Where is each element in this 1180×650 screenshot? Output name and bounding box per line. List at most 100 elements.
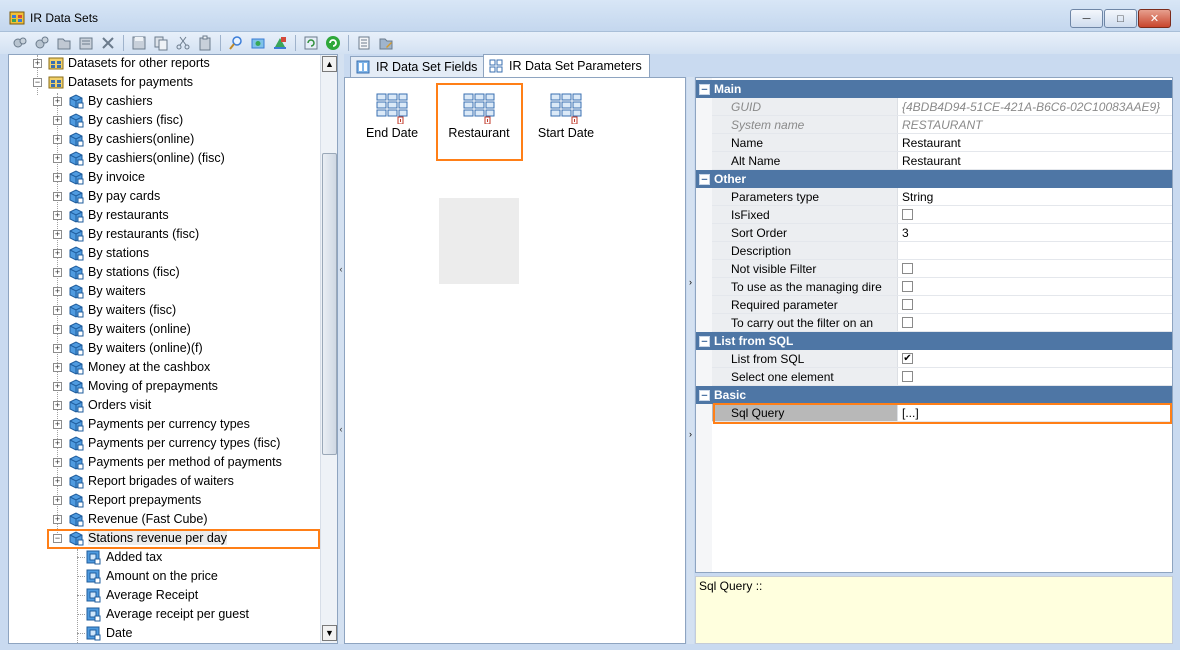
tree-item[interactable]: Date xyxy=(9,624,320,643)
expand-icon[interactable]: + xyxy=(53,496,62,505)
tree-item[interactable]: + By cashiers xyxy=(9,92,320,111)
property-value[interactable]: Restaurant xyxy=(902,136,961,150)
property-row[interactable]: Name Restaurant xyxy=(712,134,1172,152)
tree-item[interactable]: + By pay cards xyxy=(9,187,320,206)
tree-item[interactable]: + By cashiers (fisc) xyxy=(9,111,320,130)
expand-icon[interactable]: + xyxy=(53,439,62,448)
tree-item[interactable]: Average receipt per guest xyxy=(9,605,320,624)
property-value[interactable]: Restaurant xyxy=(902,154,961,168)
properties-icon[interactable] xyxy=(75,33,97,53)
search-icon[interactable] xyxy=(225,33,247,53)
expand-icon[interactable]: + xyxy=(53,458,62,467)
tree-item[interactable]: + By invoice xyxy=(9,168,320,187)
expand-icon[interactable]: + xyxy=(53,344,62,353)
refresh-icon[interactable] xyxy=(300,33,322,53)
tree-item[interactable]: + By waiters xyxy=(9,282,320,301)
expand-icon[interactable]: + xyxy=(53,306,62,315)
tree-item[interactable]: + Money at the cashbox xyxy=(9,358,320,377)
chevron-right-icon[interactable]: › xyxy=(687,277,694,287)
chevron-right-icon[interactable]: › xyxy=(687,429,694,439)
property-value[interactable]: String xyxy=(902,190,933,204)
expand-icon[interactable]: + xyxy=(53,249,62,258)
property-row[interactable]: System name RESTAURANT xyxy=(712,116,1172,134)
checkbox[interactable] xyxy=(902,317,913,328)
tree-item[interactable]: + By waiters (online)(f) xyxy=(9,339,320,358)
tree-item[interactable]: + Report brigades of waiters xyxy=(9,472,320,491)
property-value[interactable]: 3 xyxy=(902,226,909,240)
tree-item[interactable]: + By waiters (online) xyxy=(9,320,320,339)
collapse-icon[interactable]: − xyxy=(699,83,710,95)
wizard-icon[interactable] xyxy=(247,33,269,53)
minimize-button[interactable]: ─ xyxy=(1070,9,1103,28)
expand-icon[interactable]: + xyxy=(53,382,62,391)
expand-icon[interactable]: + xyxy=(53,325,62,334)
collapse-icon[interactable]: − xyxy=(699,173,710,185)
property-category[interactable]: − Main xyxy=(696,80,1172,98)
expand-icon[interactable]: + xyxy=(53,173,62,182)
color-icon[interactable] xyxy=(269,33,291,53)
expand-icon[interactable]: + xyxy=(53,515,62,524)
tree-item[interactable]: + By restaurants xyxy=(9,206,320,225)
delete-icon[interactable] xyxy=(97,33,119,53)
tree-item[interactable]: + Report prepayments xyxy=(9,491,320,510)
cut-icon[interactable] xyxy=(172,33,194,53)
report-icon[interactable] xyxy=(353,33,375,53)
tree-item[interactable]: + By waiters (fisc) xyxy=(9,301,320,320)
collapse-icon[interactable]: − xyxy=(699,389,710,401)
dataset-tree[interactable]: + Datasets for other reports − Datasets for… xyxy=(8,54,338,644)
checkbox[interactable] xyxy=(902,281,913,292)
property-row[interactable]: IsFixed xyxy=(712,206,1172,224)
tree-item[interactable]: Average Receipt xyxy=(9,586,320,605)
collapse-icon[interactable]: − xyxy=(33,78,42,87)
tree-item[interactable]: Amount on the price xyxy=(9,567,320,586)
property-row[interactable]: Alt Name Restaurant xyxy=(712,152,1172,170)
expand-icon[interactable]: + xyxy=(53,116,62,125)
tree-scrollbar[interactable]: ▲ ▼ xyxy=(320,55,337,643)
expand-icon[interactable]: + xyxy=(53,211,62,220)
edit-icon[interactable] xyxy=(375,33,397,53)
close-button[interactable]: ✕ xyxy=(1138,9,1171,28)
tree-item[interactable]: + By stations (fisc) xyxy=(9,263,320,282)
expand-icon[interactable]: + xyxy=(53,97,62,106)
expand-icon[interactable]: + xyxy=(53,420,62,429)
tree-item[interactable]: + By stations xyxy=(9,244,320,263)
property-row[interactable]: Required parameter xyxy=(712,296,1172,314)
property-row[interactable]: Parameters type String xyxy=(712,188,1172,206)
save-icon[interactable] xyxy=(128,33,150,53)
tree-item[interactable]: + By restaurants (fisc) xyxy=(9,225,320,244)
property-row[interactable]: To carry out the filter on an xyxy=(712,314,1172,332)
property-row[interactable]: Description xyxy=(712,242,1172,260)
parameter-end-date[interactable]: End Date xyxy=(352,84,432,140)
checkbox[interactable] xyxy=(902,299,913,310)
expand-icon[interactable]: + xyxy=(33,59,42,68)
add-group-icon[interactable] xyxy=(31,33,53,53)
tab-data-set-fields[interactable]: IR Data Set Fields xyxy=(350,56,484,77)
property-category[interactable]: − List from SQL xyxy=(696,332,1172,350)
tree-item[interactable]: + Payments per method of payments xyxy=(9,453,320,472)
expand-icon[interactable]: + xyxy=(53,477,62,486)
checked-checkbox[interactable]: ✔ xyxy=(902,353,913,364)
folder-icon[interactable] xyxy=(53,33,75,53)
right-splitter[interactable]: › › xyxy=(687,77,694,644)
copy-icon[interactable] xyxy=(150,33,172,53)
tree-item[interactable]: + By cashiers(online) (fisc) xyxy=(9,149,320,168)
tree-item[interactable]: − Datasets for payments xyxy=(9,73,320,92)
tree-item[interactable]: + Orders visit xyxy=(9,396,320,415)
checkbox[interactable] xyxy=(902,263,913,274)
checkbox[interactable] xyxy=(902,371,913,382)
expand-icon[interactable]: + xyxy=(53,287,62,296)
tree-item[interactable]: + By cashiers(online) xyxy=(9,130,320,149)
property-row[interactable]: List from SQL ✔ xyxy=(712,350,1172,368)
property-row[interactable]: Select one element xyxy=(712,368,1172,386)
property-row[interactable]: Not visible Filter xyxy=(712,260,1172,278)
property-category[interactable]: − Other xyxy=(696,170,1172,188)
property-row[interactable]: To use as the managing dire xyxy=(712,278,1172,296)
tree-item[interactable]: + Datasets for other reports xyxy=(9,55,320,73)
expand-icon[interactable]: + xyxy=(53,192,62,201)
expand-icon[interactable]: + xyxy=(53,230,62,239)
tree-item[interactable]: + Revenue (Fast Cube) xyxy=(9,510,320,529)
scroll-thumb[interactable] xyxy=(322,153,337,455)
tab-data-set-parameters[interactable]: IR Data Set Parameters xyxy=(483,54,650,77)
scroll-down-icon[interactable]: ▼ xyxy=(322,625,337,641)
property-row[interactable]: GUID {4BDB4D94-51CE-421A-B6C6-02C10083AAE… xyxy=(712,98,1172,116)
